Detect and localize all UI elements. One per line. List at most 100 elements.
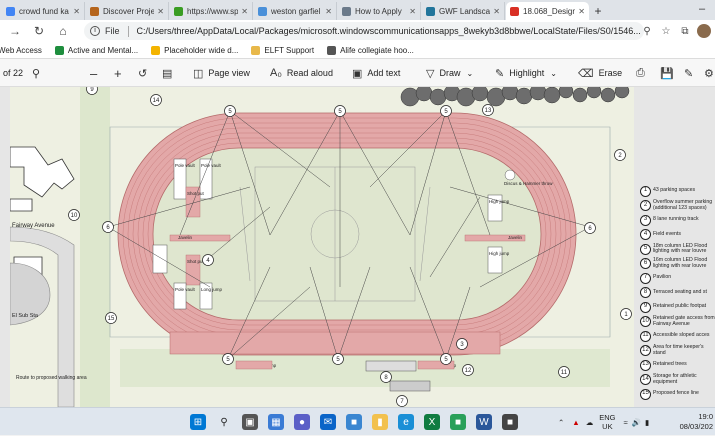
- volume-icon[interactable]: 🔊: [632, 418, 641, 427]
- app-icon[interactable]: ■: [450, 414, 466, 430]
- legend-item: 13 Retained trees: [640, 358, 715, 373]
- fit-page-icon[interactable]: ▤: [162, 59, 177, 87]
- task-view-icon[interactable]: ▣: [242, 414, 258, 430]
- rotate-icon[interactable]: ↺: [138, 59, 152, 87]
- tab-close-icon[interactable]: ✕: [241, 7, 248, 16]
- collections-icon[interactable]: ⧉: [677, 26, 693, 37]
- edge-browser-icon[interactable]: e: [398, 414, 414, 430]
- plan-callout-marker: 6: [584, 222, 596, 234]
- tab-close-icon[interactable]: ✕: [325, 7, 332, 16]
- save-as-icon[interactable]: ✎: [684, 59, 698, 87]
- tab-close-icon[interactable]: ✕: [157, 7, 164, 16]
- erase-button[interactable]: ⌫ Erase: [578, 59, 622, 87]
- tab-close-icon[interactable]: ✕: [73, 7, 80, 16]
- profile-avatar[interactable]: [697, 24, 711, 38]
- legend-text: Storage for athletic equipment: [653, 373, 697, 385]
- teams-chat-icon[interactable]: ●: [294, 414, 310, 430]
- zoom-icon[interactable]: ⚲: [639, 26, 655, 37]
- pdf-viewer-canvas[interactable]: Fairway Avenue El Sub Sta Route to propo…: [0, 87, 715, 407]
- add-text-icon: ▣: [352, 67, 363, 80]
- plan-callout-marker: 8: [380, 371, 392, 383]
- app-icon-2[interactable]: ■: [502, 414, 518, 430]
- word-icon[interactable]: W: [476, 414, 492, 430]
- forward-arrow-icon[interactable]: →: [6, 22, 24, 40]
- print-icon[interactable]: ⎙: [636, 59, 650, 87]
- tab-close-icon[interactable]: ✕: [409, 7, 416, 16]
- draw-button[interactable]: ▽ Draw ⌄: [426, 59, 473, 87]
- tab-close-icon[interactable]: ✕: [493, 7, 500, 16]
- page-view-button[interactable]: ◫ Page view: [193, 59, 250, 87]
- legend-item: 4 Field events: [640, 228, 715, 243]
- draw-chevron-icon[interactable]: ⌄: [466, 69, 473, 78]
- left-green-verge: [80, 87, 110, 407]
- legend-number: 13: [640, 359, 651, 371]
- highlight-chevron-icon[interactable]: ⌄: [550, 69, 557, 78]
- search-icon[interactable]: ⚲: [32, 59, 45, 87]
- bookmark-label: Alife collegiate hoo...: [340, 45, 414, 55]
- browser-tab[interactable]: How to Apply ✕: [338, 2, 421, 20]
- plan-callout-marker: 1: [620, 308, 632, 320]
- url-field[interactable]: i File C:/Users/three/AppData/Local/Pack…: [84, 22, 644, 40]
- minimize-icon[interactable]: –: [689, 0, 715, 18]
- file-explorer-icon[interactable]: ▮: [372, 414, 388, 430]
- plan-callout-marker: 15: [105, 312, 117, 324]
- onedrive-icon[interactable]: ☁: [586, 418, 594, 427]
- browser-tab[interactable]: GWF Landscap ✕: [422, 2, 505, 20]
- tab-favicon-icon: [174, 6, 183, 16]
- antivirus-icon[interactable]: ▲: [572, 418, 579, 427]
- plan-callout-marker: 6: [102, 221, 114, 233]
- read-aloud-button[interactable]: A₀ Read aloud: [270, 59, 333, 87]
- tab-favicon-icon: [342, 6, 351, 16]
- settings-icon[interactable]: ⚙: [704, 59, 715, 87]
- browser-tab[interactable]: https://www.sp ✕: [170, 2, 253, 20]
- mail-icon[interactable]: ✉: [320, 414, 336, 430]
- legend-number: 14: [640, 374, 651, 386]
- clock[interactable]: 19:0 08/03/202: [680, 412, 713, 432]
- tray-chevron-icon[interactable]: ⌃: [558, 418, 564, 427]
- bookmark-item[interactable]: Placeholder wide d...: [151, 45, 238, 55]
- bookmark-item[interactable]: Active and Mental...: [54, 45, 138, 55]
- new-tab-button[interactable]: +: [590, 2, 606, 20]
- store-icon[interactable]: ■: [346, 414, 362, 430]
- battery-icon[interactable]: ▮: [645, 418, 649, 427]
- language-indicator[interactable]: ENG UK: [599, 413, 615, 431]
- browser-tab[interactable]: Discover Proje ✕: [86, 2, 169, 20]
- zoom-in-icon[interactable]: +: [114, 59, 127, 87]
- tab-close-icon[interactable]: ✕: [578, 7, 585, 16]
- bookmark-item[interactable]: ELFT Support: [251, 45, 314, 55]
- plan-callout-marker: 2: [614, 149, 626, 161]
- triple-jump-pit: [235, 360, 273, 370]
- address-bar-actions: ⚲ ☆ ⧉: [636, 22, 711, 40]
- save-icon[interactable]: 💾: [660, 59, 679, 87]
- refresh-icon[interactable]: ↻: [30, 22, 48, 40]
- wifi-icon[interactable]: ≈: [624, 418, 628, 427]
- widgets-icon[interactable]: ▦: [268, 414, 284, 430]
- favorite-star-icon[interactable]: ☆: [658, 26, 674, 37]
- info-icon[interactable]: i: [90, 26, 100, 36]
- legend-item: 5 18m column LED Flood lighting with rear…: [640, 242, 715, 257]
- windows-taskbar: ⊞ ⚲ ▣ ▦ ● ✉ ■ ▮ e X ■ W ■ ⌃ ▲ ☁ ENG UK ≈…: [0, 407, 715, 435]
- tab-title: Discover Proje: [103, 6, 155, 16]
- excel-icon[interactable]: X: [424, 414, 440, 430]
- plan-callout-marker: 5: [440, 105, 452, 117]
- browser-tab[interactable]: weston garfiel ✕: [254, 2, 337, 20]
- browser-tab[interactable]: crowd fund ka ✕: [2, 2, 85, 20]
- search-taskbar-icon[interactable]: ⚲: [216, 414, 232, 430]
- browser-tab[interactable]: 18.068_Design ✕: [506, 2, 589, 20]
- draw-label: Draw: [439, 68, 461, 78]
- bookmark-item[interactable]: Alife collegiate hoo...: [327, 45, 414, 55]
- highlight-icon: ✎: [495, 67, 505, 80]
- legend-text: Terraced seating and st: [653, 288, 707, 295]
- pdf-toolbar: of 22 ⚲ – + ↺ ▤ ◫ Page view A₀ Read aloud …: [0, 59, 715, 87]
- bookmark-list: Web Access Active and Mental... Placeholde…: [0, 45, 427, 55]
- callout-number: 15: [108, 316, 115, 322]
- plan-callout-marker: 4: [202, 254, 214, 266]
- plan-callout-marker: 13: [482, 104, 494, 116]
- home-icon[interactable]: ⌂: [54, 22, 72, 40]
- add-text-button[interactable]: ▣ Add text: [352, 59, 400, 87]
- bookmark-item[interactable]: Web Access: [0, 46, 42, 55]
- zoom-out-icon[interactable]: –: [90, 59, 102, 87]
- highlight-button[interactable]: ✎ Highlight ⌄: [495, 59, 557, 87]
- start-windows-icon[interactable]: ⊞: [190, 414, 206, 430]
- legend-number: 7: [640, 272, 651, 284]
